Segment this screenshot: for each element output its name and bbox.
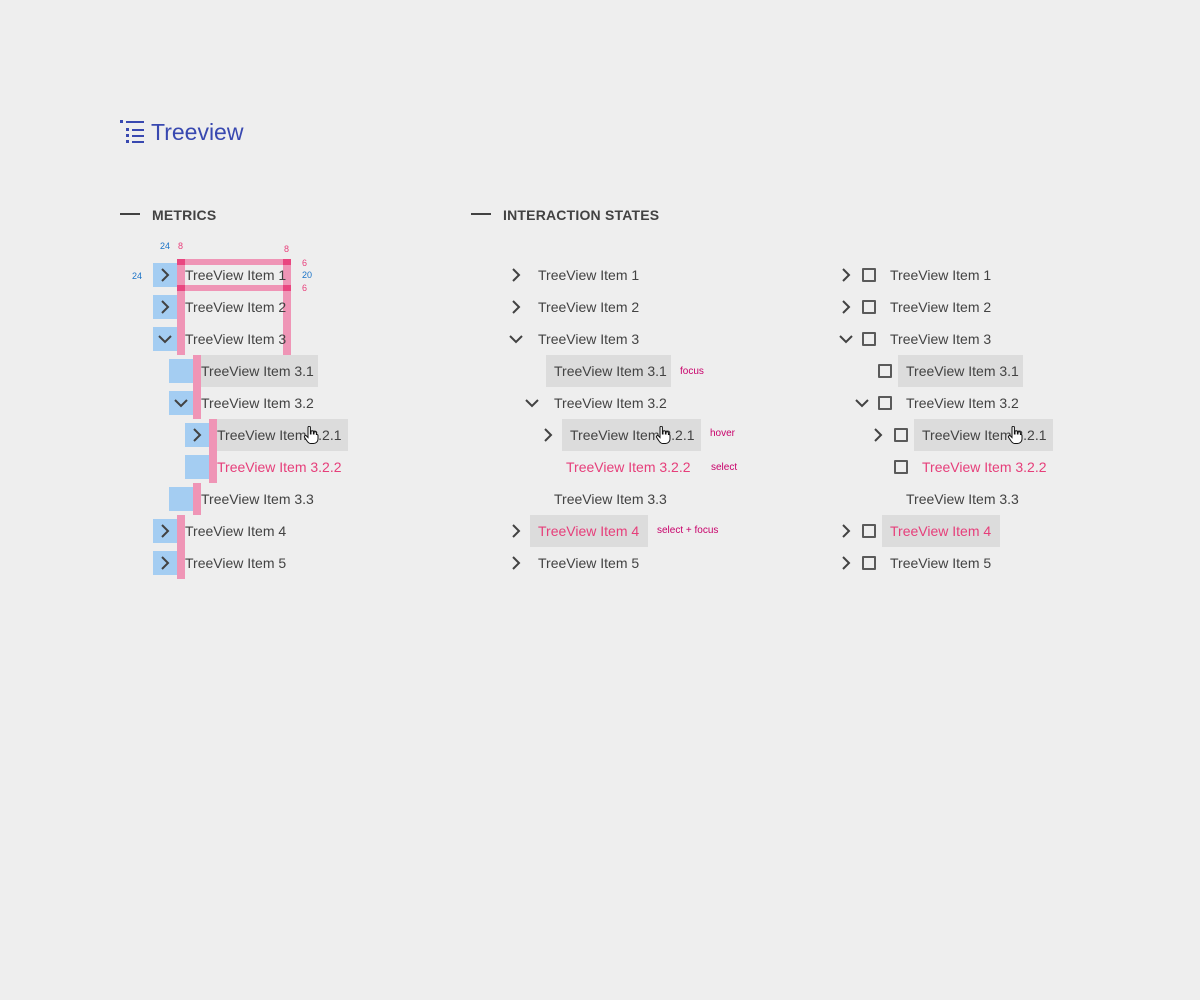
metric-indent-bar <box>193 355 201 419</box>
tree-item-label[interactable]: TreeView Item 4 <box>538 519 639 543</box>
metric-indent-bar <box>193 483 201 515</box>
tree-item-label[interactable]: TreeView Item 3.2 <box>201 391 314 415</box>
tree-item-label[interactable]: TreeView Item 3.2 <box>906 391 1019 415</box>
checkbox[interactable] <box>862 300 876 314</box>
tree-item-label[interactable]: TreeView Item 3.2.1 <box>217 423 342 447</box>
tree-item-label[interactable]: TreeView Item 3 <box>538 327 639 351</box>
tree-item-label[interactable]: TreeView Item 5 <box>185 551 286 575</box>
chevron-right-icon[interactable] <box>834 263 858 287</box>
metric-toggle-box <box>169 359 193 383</box>
tree-item-label[interactable]: TreeView Item 2 <box>538 295 639 319</box>
metric-indent-bar <box>177 259 185 355</box>
chevron-down-icon[interactable] <box>153 327 177 351</box>
hand-cursor-icon <box>1007 426 1023 444</box>
chevron-right-icon[interactable] <box>834 295 858 319</box>
metric-text-height: 20 <box>302 270 313 280</box>
chevron-down-icon[interactable] <box>850 391 874 415</box>
tree-item-label[interactable]: TreeView Item 3.2.2 <box>922 455 1047 479</box>
metric-row-height: 24 <box>132 271 143 281</box>
tree-item-label[interactable]: TreeView Item 3.2 <box>554 391 667 415</box>
chevron-right-icon[interactable] <box>536 423 560 447</box>
hand-cursor-icon <box>303 426 319 444</box>
tree-item-label[interactable]: TreeView Item 3.1 <box>554 359 667 383</box>
states-tree-checkbox: TreeView Item 1 TreeView Item 2 TreeView… <box>800 240 1160 600</box>
chevron-down-icon[interactable] <box>169 391 193 415</box>
chevron-right-icon[interactable] <box>866 423 890 447</box>
checkbox[interactable] <box>894 428 908 442</box>
checkbox[interactable] <box>862 524 876 538</box>
metric-top-padding: 6 <box>302 258 308 268</box>
chevron-right-icon[interactable] <box>504 551 528 575</box>
section-title-interaction-states: INTERACTION STATES <box>503 207 660 223</box>
tree-item-label[interactable]: TreeView Item 1 <box>538 263 639 287</box>
state-label-select-focus: select + focus <box>657 525 719 536</box>
tree-item-label[interactable]: TreeView Item 4 <box>185 519 286 543</box>
chevron-right-icon[interactable] <box>834 551 858 575</box>
chevron-right-icon[interactable] <box>153 295 177 319</box>
tree-item-label[interactable]: TreeView Item 3 <box>185 327 286 351</box>
chevron-right-icon[interactable] <box>504 263 528 287</box>
chevron-right-icon[interactable] <box>504 519 528 543</box>
tree-item-label[interactable]: TreeView Item 2 <box>185 295 286 319</box>
tree-item-label[interactable]: TreeView Item 5 <box>538 551 639 575</box>
states-tree: TreeView Item 1 TreeView Item 2 TreeView… <box>460 240 800 600</box>
chevron-down-icon[interactable] <box>504 327 528 351</box>
tree-item-label[interactable]: TreeView Item 3.3 <box>201 487 314 511</box>
chevron-right-icon[interactable] <box>834 519 858 543</box>
checkbox[interactable] <box>862 268 876 282</box>
tree-item-label[interactable]: TreeView Item 3.2.2 <box>217 455 342 479</box>
state-label-focus: focus <box>680 366 704 377</box>
chevron-right-icon[interactable] <box>153 263 177 287</box>
metric-toggle-box <box>185 455 209 479</box>
tree-item-label[interactable]: TreeView Item 4 <box>890 519 991 543</box>
metric-toggle-box <box>169 487 193 511</box>
tree-item-label[interactable]: TreeView Item 1 <box>185 263 286 287</box>
checkbox[interactable] <box>862 332 876 346</box>
state-label-hover: hover <box>710 428 736 439</box>
chevron-down-icon[interactable] <box>520 391 544 415</box>
tree-item-label[interactable]: TreeView Item 3.2.2 <box>566 455 691 479</box>
checkbox[interactable] <box>862 556 876 570</box>
tree-item-label[interactable]: TreeView Item 3.1 <box>906 359 1019 383</box>
chevron-right-icon[interactable] <box>504 295 528 319</box>
metric-bottom-padding: 6 <box>302 283 308 293</box>
metric-left-indent: 8 <box>178 241 184 251</box>
metric-corner <box>177 285 185 291</box>
metrics-tree: 24 8 8 6 20 6 24 TreeView Item 1 TreeVie… <box>0 0 460 600</box>
metric-corner <box>177 259 185 265</box>
checkbox[interactable] <box>878 364 892 378</box>
tree-item-label[interactable]: TreeView Item 2 <box>890 295 991 319</box>
section-dash <box>471 213 491 215</box>
metric-indent-bar <box>177 515 185 579</box>
chevron-right-icon[interactable] <box>185 423 209 447</box>
tree-item-label[interactable]: TreeView Item 3.1 <box>201 359 314 383</box>
hand-cursor-icon <box>655 426 671 444</box>
tree-item-label[interactable]: TreeView Item 3.3 <box>906 487 1019 511</box>
chevron-right-icon[interactable] <box>153 519 177 543</box>
checkbox[interactable] <box>878 396 892 410</box>
state-label-select: select <box>711 462 738 473</box>
tree-item-label[interactable]: TreeView Item 1 <box>890 263 991 287</box>
tree-item-label[interactable]: TreeView Item 3.2.1 <box>922 423 1047 447</box>
tree-item-label[interactable]: TreeView Item 3.3 <box>554 487 667 511</box>
tree-item-label[interactable]: TreeView Item 5 <box>890 551 991 575</box>
metric-indent-bar <box>209 419 217 483</box>
chevron-right-icon[interactable] <box>153 551 177 575</box>
metric-toggle-width: 24 <box>160 241 171 251</box>
chevron-down-icon[interactable] <box>834 327 858 351</box>
tree-item-label[interactable]: TreeView Item 3.2.1 <box>570 423 695 447</box>
tree-item-label[interactable]: TreeView Item 3 <box>890 327 991 351</box>
checkbox[interactable] <box>894 460 908 474</box>
metric-right-padding: 8 <box>284 244 290 254</box>
